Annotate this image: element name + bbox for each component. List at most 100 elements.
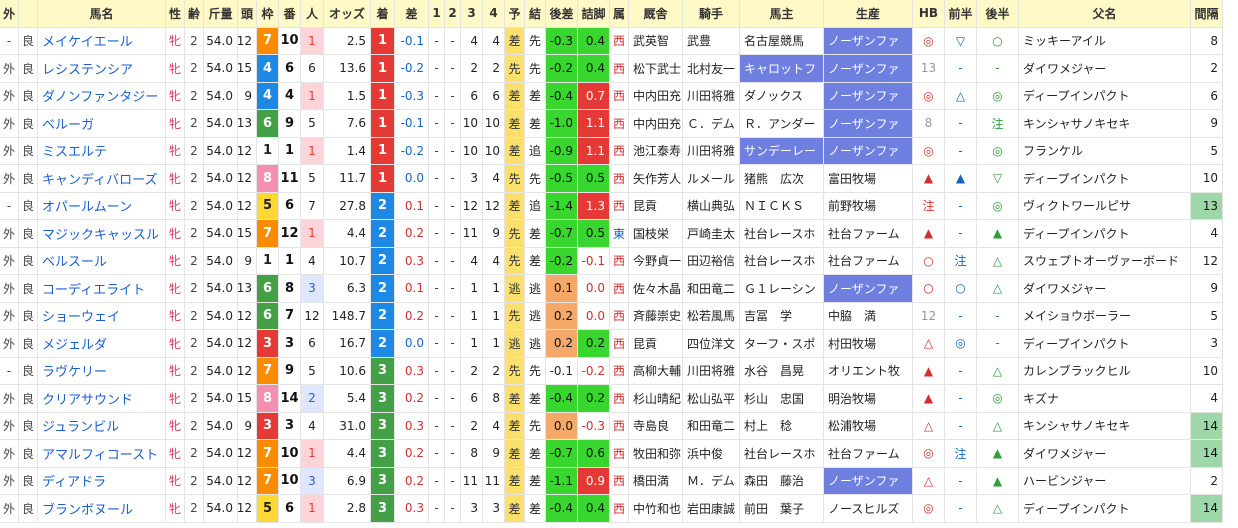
cell-name[interactable]: ミスエルテ — [38, 137, 166, 165]
cell-second: ▽ — [977, 165, 1019, 193]
header-kin[interactable]: 斤量 — [204, 0, 238, 28]
cell-c2: - — [445, 330, 461, 358]
table-row[interactable]: 外良ブランボヌール牝 2 54.0 12 5 6 1 2.8 3 0.3- -3 3 差差 -0.4 0.4… — [0, 495, 1238, 523]
table-row[interactable]: 外良メジェルダ牝 2 54.0 12 3 3 6 16.7 2 0.0- -1 1 逃逃 0.2 0.2 西昆… — [0, 330, 1238, 358]
header-c2[interactable]: 2 — [445, 0, 461, 28]
cell-name[interactable]: ジュランビル — [38, 412, 166, 440]
cell-name[interactable]: ブランボヌール — [38, 495, 166, 523]
cell-breeder: オリエント牧 — [824, 357, 913, 385]
cell-odds: 1.5 — [324, 82, 371, 110]
cell-num: 3 — [279, 330, 301, 358]
header-odds[interactable]: オッズ — [324, 0, 371, 28]
cell-c3: 6 — [461, 385, 483, 413]
cell-stable: 昆貢 — [629, 330, 683, 358]
cell-name[interactable]: クリアサウンド — [38, 385, 166, 413]
cell-waku: 6 — [257, 302, 279, 330]
header-breeder[interactable]: 生産 — [824, 0, 913, 28]
cell-c3: 6 — [461, 82, 483, 110]
table-row[interactable]: 外良マジックキャッスル牝 2 54.0 15 7 12 1 4.4 2 0.2- -11 9 先差 -0.… — [0, 220, 1238, 248]
cell-first: - — [945, 357, 977, 385]
table-row[interactable]: 外良レシステンシア牝 2 54.0 15 4 6 6 13.6 1 -0.2- -2 2 先先 -0.2 0… — [0, 55, 1238, 83]
cell-sex: 牝 — [166, 55, 185, 83]
cell-name[interactable]: レシステンシア — [38, 55, 166, 83]
cell-name[interactable]: アマルフィコースト — [38, 440, 166, 468]
header-sex[interactable]: 性 — [166, 0, 185, 28]
table-row[interactable]: 外良クリアサウンド牝 2 54.0 15 8 14 2 5.4 3 0.2- -6 8 差差 -0.4 0.… — [0, 385, 1238, 413]
header-first[interactable]: 前半 — [945, 0, 977, 28]
cell-name[interactable]: ダノンファンタジー — [38, 82, 166, 110]
header-c4[interactable]: 4 — [483, 0, 505, 28]
cell-first: - — [945, 385, 977, 413]
table-row[interactable]: - 良オパールムーン牝 2 54.0 12 5 6 7 27.8 2 0.1- -12 12 差追 -1.4… — [0, 192, 1238, 220]
header-kick[interactable]: 詰脚 — [578, 0, 610, 28]
table-row[interactable]: - 良ラヴケリー牝 2 54.0 12 7 9 5 10.6 3 0.3- -2 2 先先 -0.1 -0.2… — [0, 357, 1238, 385]
header-res[interactable]: 結 — [525, 0, 546, 28]
header-heads[interactable]: 頭 — [238, 0, 257, 28]
cell-kick: 0.0 — [578, 275, 610, 303]
header-pop[interactable]: 人 — [301, 0, 324, 28]
header-jockey[interactable]: 騎手 — [683, 0, 740, 28]
header-loc[interactable]: 外 — [0, 0, 19, 28]
header-interval[interactable]: 間隔 — [1191, 0, 1223, 28]
cell-c3: 1 — [461, 330, 483, 358]
cell-odds: 5.4 — [324, 385, 371, 413]
cell-sire: フランケル — [1019, 137, 1191, 165]
header-owner[interactable]: 馬主 — [740, 0, 824, 28]
table-row[interactable]: 外良ディアドラ牝 2 54.0 12 7 10 3 6.9 3 0.2- -11 11 差差 -1.1 0.… — [0, 467, 1238, 495]
table-row[interactable]: 外良コーディエライト牝 2 54.0 13 6 8 3 6.3 2 0.1- -1 1 逃逃 0.1 0.0… — [0, 275, 1238, 303]
table-row[interactable]: 外良ダノンファンタジー牝 2 54.0 9 4 4 1 1.5 1 -0.3- -6 6 差差 -0.4 0… — [0, 82, 1238, 110]
header-cond[interactable] — [19, 0, 38, 28]
header-name[interactable]: 馬名 — [38, 0, 166, 28]
header-late[interactable]: 後差 — [546, 0, 578, 28]
cell-name[interactable]: キャンディバローズ — [38, 165, 166, 193]
cell-sex: 牝 — [166, 247, 185, 275]
cell-pred: 逃 — [505, 275, 525, 303]
table-row[interactable]: - 良メイケイエール牝 2 54.0 12 7 10 1 2.5 1 -0.1- -4 4 差先 -0.3 0… — [0, 27, 1238, 55]
table-row[interactable]: 外良ミスエルテ牝 2 54.0 12 1 1 1 1.4 1 -0.2- -10 10 差追 -0.9 1.… — [0, 137, 1238, 165]
header-c1[interactable]: 1 — [429, 0, 445, 28]
cell-interval: 4 — [1191, 220, 1223, 248]
table-row[interactable]: 外良ベルーガ牝 2 54.0 13 6 9 5 7.6 1 -0.1- -10 10 差差 -1.0 1.1… — [0, 110, 1238, 138]
cell-name[interactable]: ラヴケリー — [38, 357, 166, 385]
table-row[interactable]: 外良ジュランビル牝 2 54.0 9 3 3 4 31.0 3 0.3- -2 4 差先 0.0 -0.3 西… — [0, 412, 1238, 440]
header-second[interactable]: 後半 — [977, 0, 1019, 28]
cell-name[interactable]: オパールムーン — [38, 192, 166, 220]
table-row[interactable]: 外良キャンディバローズ牝 2 54.0 12 8 11 5 11.7 1 0.0- -3 4 先先 -0.… — [0, 165, 1238, 193]
cell-name[interactable]: メジェルダ — [38, 330, 166, 358]
cell-rank: 3 — [371, 467, 395, 495]
header-age[interactable]: 齢 — [185, 0, 204, 28]
cell-name[interactable]: ベルスール — [38, 247, 166, 275]
cell-pred: 差 — [505, 27, 525, 55]
cell-name[interactable]: マジックキャッスル — [38, 220, 166, 248]
header-stable[interactable]: 厩舎 — [629, 0, 683, 28]
header-rank[interactable]: 着 — [371, 0, 395, 28]
header-pred[interactable]: 予 — [505, 0, 525, 28]
cell-num: 10 — [279, 467, 301, 495]
cell-name[interactable]: メイケイエール — [38, 27, 166, 55]
cell-name[interactable]: ショーウェイ — [38, 302, 166, 330]
cell-owner: 社台レースホ — [740, 247, 824, 275]
cell-sex: 牝 — [166, 82, 185, 110]
header-belong[interactable]: 属 — [610, 0, 629, 28]
header-sire[interactable]: 父名 — [1019, 0, 1191, 28]
cell-heads: 12 — [238, 330, 257, 358]
cell-loc: - — [0, 192, 19, 220]
header-hb[interactable]: HB — [913, 0, 945, 28]
table-row[interactable]: 外良ショーウェイ牝 2 54.0 12 6 7 12 148.7 2 0.2- -1 1 先逃 0.2 0.… — [0, 302, 1238, 330]
cell-c4: 10 — [483, 110, 505, 138]
header-c3[interactable]: 3 — [461, 0, 483, 28]
header-num[interactable]: 番 — [279, 0, 301, 28]
cell-c3: 1 — [461, 302, 483, 330]
table-row[interactable]: 外良アマルフィコースト牝 2 54.0 12 7 10 1 4.4 3 0.2- -8 9 差差 -0.7… — [0, 440, 1238, 468]
cell-rank: 1 — [371, 110, 395, 138]
cell-pop: 4 — [301, 412, 324, 440]
cell-res: 差 — [525, 220, 546, 248]
cell-age: 2 — [185, 220, 204, 248]
cell-name[interactable]: ベルーガ — [38, 110, 166, 138]
header-diff[interactable]: 差 — [395, 0, 429, 28]
header-waku[interactable]: 枠 — [257, 0, 279, 28]
cell-kick: 0.0 — [578, 302, 610, 330]
cell-name[interactable]: ディアドラ — [38, 467, 166, 495]
table-row[interactable]: 外良ベルスール牝 2 54.0 9 1 1 4 10.7 2 0.3- -4 4 先差 -0.2 -0.1 西… — [0, 247, 1238, 275]
cell-name[interactable]: コーディエライト — [38, 275, 166, 303]
